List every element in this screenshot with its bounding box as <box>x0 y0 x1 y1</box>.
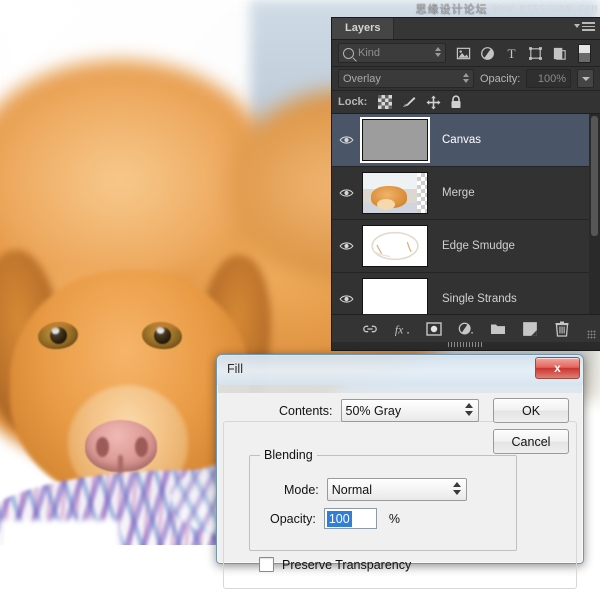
mode-value: Normal <box>331 482 373 497</box>
ok-button[interactable]: OK <box>493 398 569 423</box>
eye-icon <box>338 295 354 303</box>
fill-dialog-body: Contents: 50% Gray OK Cancel Blending Mo… <box>217 385 583 589</box>
blending-group-label: Blending <box>260 448 317 462</box>
dog-left-nostril <box>96 437 109 457</box>
opacity-label: Opacity: <box>270 511 316 526</box>
blend-mode-row: Overlay Opacity: 100% <box>332 67 600 91</box>
preserve-transparency-label: Preserve Transparency <box>282 557 412 572</box>
hamburger-icon <box>582 22 595 31</box>
layers-scrollbar-thumb[interactable] <box>591 116 598 236</box>
panel-menu-icon[interactable] <box>574 22 595 31</box>
layer-row-single-strands[interactable]: Single Strands <box>332 273 600 314</box>
cancel-button[interactable]: Cancel <box>493 429 569 454</box>
layers-scrollbar[interactable] <box>589 114 600 314</box>
artwork-bottom-left-white <box>0 520 120 576</box>
filter-enable-toggle[interactable] <box>578 43 591 63</box>
filter-smart-objects-icon[interactable] <box>552 46 567 61</box>
filter-kind-spinner-icon[interactable] <box>435 47 441 57</box>
layer-thumbnail-canvas <box>362 119 428 161</box>
layer-style-fx-icon[interactable]: fx <box>394 321 410 337</box>
new-adjustment-layer-icon[interactable] <box>458 321 474 337</box>
layer-row-edge-smudge[interactable]: Edge Smudge <box>332 220 600 273</box>
filter-type-layers-icon[interactable]: T <box>504 46 519 61</box>
svg-text:T: T <box>507 46 515 61</box>
fill-dialog[interactable]: Fill x Contents: 50% Gray OK Cancel Blen… <box>216 354 584 589</box>
mode-spinner-icon[interactable] <box>452 482 461 495</box>
contents-spinner-icon[interactable] <box>464 403 473 416</box>
add-layer-mask-icon[interactable] <box>426 321 442 337</box>
layers-panel-toolbar: fx <box>332 314 600 347</box>
contents-value: 50% Gray <box>345 403 402 418</box>
percent-label: % <box>388 511 400 526</box>
filter-shape-layers-icon[interactable] <box>528 46 543 61</box>
opacity-dropdown-button[interactable] <box>577 69 594 88</box>
close-icon[interactable]: x <box>535 357 580 379</box>
opacity-value: 100 <box>326 510 352 527</box>
opacity-input[interactable]: 100 <box>323 508 377 529</box>
filter-type-icons: T <box>456 43 591 63</box>
lock-transparent-pixels-icon[interactable] <box>378 95 393 109</box>
lock-all-icon[interactable] <box>450 95 462 109</box>
opacity-value[interactable]: 100% <box>526 69 572 88</box>
contents-row: Contents: 50% Gray <box>279 399 479 422</box>
contents-label: Contents: <box>279 403 333 418</box>
svg-text:fx: fx <box>395 324 404 336</box>
layers-list[interactable]: Canvas Merge Edge Smudge Single Strands <box>332 114 600 314</box>
layer-thumbnail-single-strands <box>362 278 428 314</box>
chevron-down-icon <box>574 24 580 29</box>
delete-layer-icon[interactable] <box>554 321 570 337</box>
filter-pixel-layers-icon[interactable] <box>456 46 471 61</box>
filter-adjustment-layers-icon[interactable] <box>480 46 495 61</box>
layer-name-canvas: Canvas <box>442 134 481 146</box>
mode-select[interactable]: Normal <box>326 478 467 501</box>
search-icon <box>343 47 354 59</box>
new-layer-icon[interactable] <box>522 321 538 337</box>
panel-resize-grip[interactable] <box>587 330 596 339</box>
opacity-label: Opacity: <box>480 72 521 85</box>
layer-thumbnail-merge <box>362 172 428 214</box>
layers-panel[interactable]: Layers Kind T Overlay Opacity: 100% Lock… <box>332 18 600 350</box>
layer-name-single-strands: Single Strands <box>442 293 517 305</box>
contents-select[interactable]: 50% Gray <box>340 399 479 422</box>
lock-position-icon[interactable] <box>426 95 441 110</box>
lock-label: Lock: <box>338 96 368 108</box>
blend-mode-value: Overlay <box>343 72 381 85</box>
mode-label: Mode: <box>284 482 319 497</box>
layer-row-canvas[interactable]: Canvas <box>332 114 600 167</box>
lock-row: Lock: <box>332 91 600 114</box>
layers-panel-tabbar: Layers <box>332 18 600 40</box>
layer-name-merge: Merge <box>442 187 475 199</box>
eye-icon <box>338 136 354 144</box>
fill-dialog-titlebar[interactable]: Fill x <box>217 355 583 385</box>
link-layers-icon[interactable] <box>362 321 378 337</box>
preserve-transparency-checkbox[interactable] <box>259 557 274 572</box>
layer-visibility-toggle[interactable] <box>332 241 360 251</box>
fill-dialog-title: Fill <box>227 362 243 376</box>
layer-visibility-toggle[interactable] <box>332 135 360 145</box>
opacity-row: Opacity: 100 % <box>270 508 400 529</box>
preserve-transparency-row[interactable]: Preserve Transparency <box>259 557 411 572</box>
layer-visibility-toggle[interactable] <box>332 294 360 304</box>
panel-drag-handle[interactable] <box>448 342 484 347</box>
layer-visibility-toggle[interactable] <box>332 188 360 198</box>
blending-groupbox: Blending Mode: Normal Opacity: 100 % <box>249 448 517 551</box>
tab-layers[interactable]: Layers <box>332 18 395 39</box>
mode-row: Mode: Normal <box>284 478 467 501</box>
layer-row-merge[interactable]: Merge <box>332 167 600 220</box>
filter-kind-select[interactable]: Kind <box>338 43 446 63</box>
eye-icon <box>338 189 354 197</box>
filter-kind-value: Kind <box>358 47 381 59</box>
eye-icon <box>338 242 354 250</box>
lock-image-pixels-icon[interactable] <box>401 95 417 109</box>
layer-thumbnail-edge-smudge <box>362 225 428 267</box>
layer-name-edge-smudge: Edge Smudge <box>442 240 515 252</box>
dog-right-nostril <box>135 437 148 457</box>
new-group-icon[interactable] <box>490 321 506 337</box>
blend-mode-spinner-icon[interactable] <box>463 73 469 83</box>
layer-filter-row: Kind T <box>332 40 600 67</box>
blend-mode-select[interactable]: Overlay <box>338 69 474 88</box>
